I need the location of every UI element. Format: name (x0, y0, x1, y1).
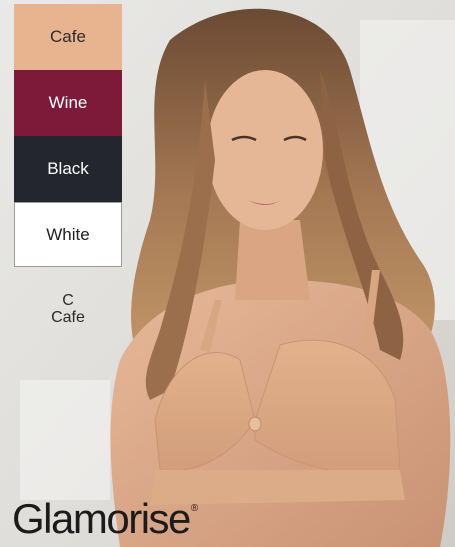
selected-variant: C Cafe (14, 292, 122, 326)
selected-color: Cafe (51, 309, 85, 326)
brand-name: Glamorise (12, 495, 191, 542)
registered-mark: ® (190, 503, 199, 514)
swatch-wine[interactable]: Wine (14, 70, 122, 136)
brand-logo: Glamorise® (12, 495, 198, 543)
selected-size: C (62, 292, 74, 309)
swatch-white[interactable]: White (14, 202, 122, 267)
swatch-cafe[interactable]: Cafe (14, 4, 122, 70)
color-swatch-list: Cafe Wine Black White (14, 4, 122, 267)
swatch-black[interactable]: Black (14, 136, 122, 202)
